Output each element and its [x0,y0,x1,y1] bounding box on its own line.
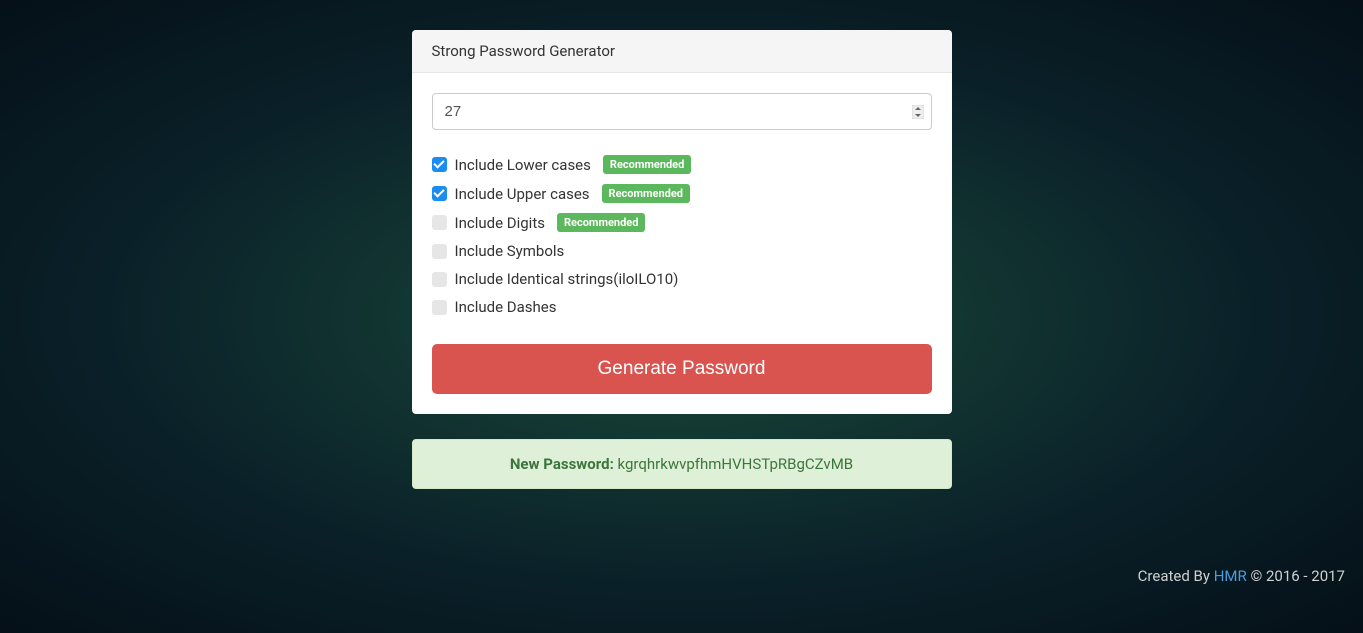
label-lowercase[interactable]: Include Lower cases [455,156,591,174]
checkbox-uppercase[interactable] [432,186,447,201]
label-identical[interactable]: Include Identical strings(iloILO10) [455,270,679,288]
result-value: kgrqhrkwvpfhmHVHSTpRBgCZvMB [618,455,854,473]
checkbox-dashes[interactable] [432,300,447,315]
panel-body: Include Lower casesRecommendedInclude Up… [412,73,952,414]
password-length-input[interactable] [432,93,932,130]
option-row-uppercase: Include Upper cases Recommended [432,184,932,203]
option-row-identical: Include Identical strings(iloILO10) [432,270,932,288]
result-label: New Password: [510,455,618,473]
generate-password-button[interactable]: Generate Password [432,344,932,394]
option-row-dashes: Include Dashes [432,298,932,316]
label-dashes[interactable]: Include Dashes [455,298,557,316]
option-row-symbols: Include Symbols [432,242,932,260]
checkbox-identical[interactable] [432,272,447,287]
footer: Created By HMR © 2016 - 2017 [1138,567,1345,585]
recommended-badge: Recommended [557,213,645,232]
length-input-wrapper [432,93,932,130]
checkbox-symbols[interactable] [432,244,447,259]
panel-title: Strong Password Generator [412,30,952,73]
recommended-badge: Recommended [603,155,691,174]
footer-suffix: © 2016 - 2017 [1247,567,1345,585]
label-symbols[interactable]: Include Symbols [455,242,565,260]
option-row-digits: Include Digits Recommended [432,213,932,232]
label-digits[interactable]: Include Digits [455,214,545,232]
footer-author-link[interactable]: HMR [1214,567,1247,585]
checkbox-digits[interactable] [432,215,447,230]
recommended-badge: Recommended [602,184,690,203]
password-result-box: New Password: kgrqhrkwvpfhmHVHSTpRBgCZvM… [412,439,952,489]
option-row-lowercase: Include Lower cases Recommended [432,155,932,174]
label-uppercase[interactable]: Include Upper cases [455,185,590,203]
footer-prefix: Created By [1138,567,1214,585]
checkbox-lowercase[interactable] [432,157,447,172]
generator-panel: Strong Password Generator Include Lower … [412,30,952,414]
